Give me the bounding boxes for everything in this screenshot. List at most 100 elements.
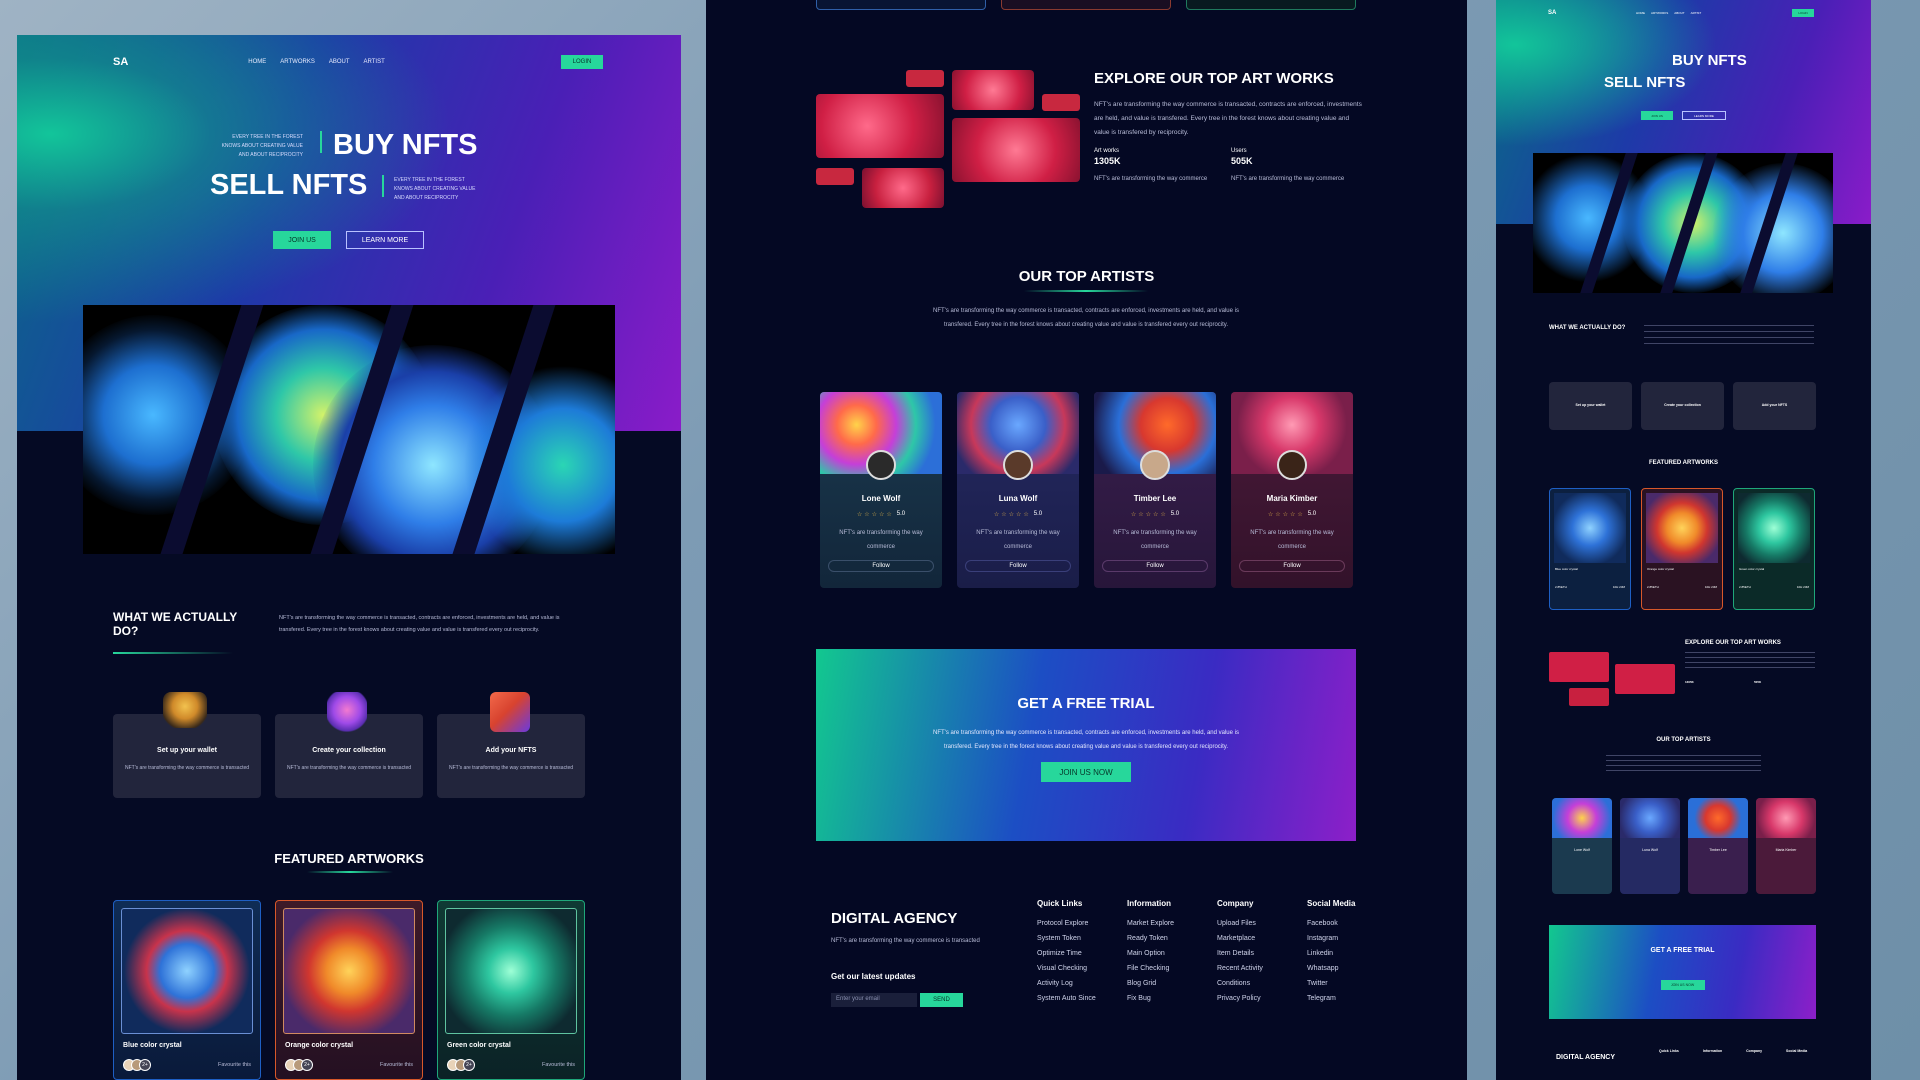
artist-card-maria-kimber[interactable]: Maria Kimber ☆☆☆☆☆ 5.0 NFT's are transfor… [1231,392,1353,588]
collage-tile [1042,94,1080,111]
step-title: Add your NFTS [485,747,537,754]
nav-artworks[interactable]: ARTWORKS [1651,11,1668,15]
price: 2.85ETH [1647,585,1659,589]
star-rating-icon: ☆☆☆☆☆ [993,512,1031,518]
step-card-add-nfts[interactable]: Add your NFTS [1733,382,1816,430]
hero-buy-heading: BUY NFTS [333,129,478,161]
footer-link[interactable]: Marketplace [1217,935,1285,942]
landing-page-full-thumbnail: SA HOME ARTWORKS ABOUT ARTIST LOGIN BUY … [1496,0,1871,1080]
footer-link[interactable]: Instagram [1307,935,1375,942]
footer-link[interactable]: Facebook [1307,920,1375,927]
artist-card-maria-kimber[interactable]: Maria Kimber [1756,798,1816,894]
footer-link[interactable]: Item Details [1217,950,1285,957]
footer-brand-text: NFT's are transforming the way commerce … [831,938,980,944]
step-text: NFT's are transforming the way commerce … [286,765,412,771]
favourite-link[interactable]: Favourite this [380,1062,413,1068]
featured-card-blue[interactable]: Blue color crystal 2+ Favourite this [113,900,261,1080]
follow-button[interactable]: Follow [1102,560,1208,572]
follow-button[interactable]: Follow [965,560,1071,572]
join-us-button[interactable]: JOIN US [273,231,331,249]
footer-link[interactable]: Privacy Policy [1217,995,1285,1002]
footer-link[interactable]: Telegram [1307,995,1375,1002]
rating: ☆☆☆☆☆ 5.0 [957,511,1079,518]
step-card-add-nfts[interactable]: Add your NFTS NFT's are transforming the… [437,692,585,798]
favourite-link[interactable]: Favourite this [542,1062,575,1068]
title-underline [307,871,393,873]
artist-card-lone-wolf[interactable]: Lone Wolf ☆☆☆☆☆ 5.0 NFT's are transformin… [820,392,942,588]
footer-link[interactable]: Twitter [1307,980,1375,987]
artist-cover-image [1688,798,1748,838]
join-us-now-button[interactable]: JOIN US NOW [1041,762,1131,782]
free-trial-banner: GET A FREE TRIAL NFT's are transforming … [816,649,1356,841]
artwork-title: Orange color crystal [1647,567,1674,571]
send-button[interactable]: SEND [920,993,963,1007]
logo[interactable]: SA [113,56,128,68]
artist-card-luna-wolf[interactable]: Luna Wolf ☆☆☆☆☆ 5.0 NFT's are transformin… [957,392,1079,588]
artist-card-timber-lee[interactable]: Timber Lee [1688,798,1748,894]
login-button[interactable]: LOGIN [561,55,603,69]
footer-link[interactable]: Market Explore [1127,920,1195,927]
artwork-image [283,908,415,1034]
price-row: 2.85ETH 10H 23M [1739,585,1809,589]
nav-about[interactable]: ABOUT [329,59,350,65]
avatar-count: 2+ [463,1059,475,1071]
featured-card-blue[interactable]: Blue color crystal 2.85ETH 10H 23M [1549,488,1631,610]
favourite-link[interactable]: Favourite this [218,1062,251,1068]
nav-about[interactable]: ABOUT [1674,11,1684,15]
step-card-wallet[interactable]: Set up your wallet NFT's are transformin… [113,692,261,798]
rating-value: 5.0 [1307,511,1317,517]
footer-link[interactable]: System Auto Since [1037,995,1105,1002]
email-input[interactable]: Enter your email [831,993,917,1007]
footer-col-title: Social Media [1307,899,1356,908]
join-us-now-button[interactable]: JOIN US NOW [1660,980,1705,990]
artist-card-lone-wolf[interactable]: Lone Wolf [1552,798,1612,894]
featured-card-orange[interactable]: Orange color crystal 2+ Favourite this [275,900,423,1080]
artist-card-timber-lee[interactable]: Timber Lee ☆☆☆☆☆ 5.0 NFT's are transformi… [1094,392,1216,588]
footer-link[interactable]: System Token [1037,935,1105,942]
footer-link[interactable]: Visual Checking [1037,965,1105,972]
footer-link[interactable]: Activity Log [1037,980,1105,987]
step-text: NFT's are transforming the way commerce … [124,765,250,771]
artist-text: NFT's are transforming the way commerce [976,530,1060,550]
footer-link[interactable]: Optimize Time [1037,950,1105,957]
footer-link[interactable]: Recent Activity [1217,965,1285,972]
follow-button[interactable]: Follow [828,560,934,572]
footer-link[interactable]: Blog Grid [1127,980,1195,987]
stat-value: 505K [1231,156,1253,166]
login-button[interactable]: LOGIN [1792,9,1814,17]
nav-artist[interactable]: ARTIST [364,59,385,65]
featured-card-green[interactable]: Green color crystal 2.85ETH 10H 23M [1733,488,1815,610]
join-us-button[interactable]: JOIN US [1641,111,1673,120]
footer-link[interactable]: Protocol Explore [1037,920,1105,927]
follow-button[interactable]: Follow [1239,560,1345,572]
featured-card-orange[interactable]: Orange color crystal 2.85ETH 10H 23M [1641,488,1723,610]
hero-sell-heading: SELL NFTS [1604,74,1686,91]
nav-artist[interactable]: ARTIST [1691,11,1702,15]
featured-card-green[interactable]: Green color crystal 2+ Favourite this [437,900,585,1080]
hero-buy-heading: BUY NFTS [1672,52,1747,69]
price-row: 2.85ETH 10H 23M [1555,585,1625,589]
step-card-collection[interactable]: Create your collection NFT's are transfo… [275,692,423,798]
footer-link[interactable]: File Checking [1127,965,1195,972]
artist-card-luna-wolf[interactable]: Luna Wolf [1620,798,1680,894]
learn-more-button[interactable]: LEARN MORE [1682,111,1726,120]
footer-link[interactable]: Conditions [1217,980,1285,987]
stat-users: Users 505K NFT's are transforming the wa… [1231,148,1351,186]
footer-link[interactable]: Whatsapp [1307,965,1375,972]
footer-link[interactable]: Linkedin [1307,950,1375,957]
nav-artworks[interactable]: ARTWORKS [280,59,315,65]
logo[interactable]: SA [1548,10,1556,16]
footer-col-title: Company [1746,1049,1763,1053]
hero-tagline-2: EVERY TREE IN THE FOREST KNOWS ABOUT CRE… [394,177,476,201]
footer-link[interactable]: Ready Token [1127,935,1195,942]
nav-home[interactable]: HOME [1636,11,1645,15]
footer-columns: Quick Links Protocol Explore System Toke… [1037,899,1375,1010]
footer-link[interactable]: Fix Bug [1127,995,1195,1002]
step-card-wallet[interactable]: Set up your wallet [1549,382,1632,430]
footer-link[interactable]: Upload Files [1217,920,1285,927]
footer-link[interactable]: Main Option [1127,950,1195,957]
artist-text: NFT's are transforming the way commerce [1250,530,1334,550]
step-card-collection[interactable]: Create your collection [1641,382,1724,430]
learn-more-button[interactable]: LEARN MORE [346,231,424,249]
nav-home[interactable]: HOME [248,59,266,65]
